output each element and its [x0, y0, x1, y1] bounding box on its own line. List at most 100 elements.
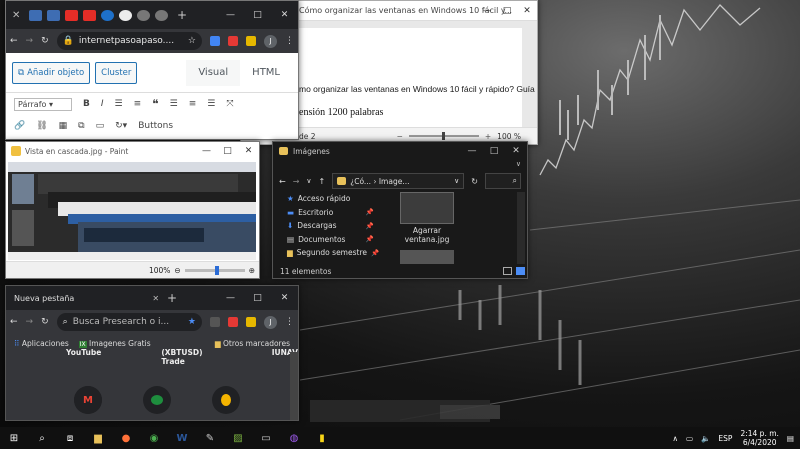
zoom-out-icon[interactable]: − — [397, 132, 403, 141]
back-icon[interactable]: ← — [279, 177, 286, 186]
file-name[interactable]: Agarrar ventana.jpg — [393, 226, 461, 244]
maximize-icon[interactable]: □ — [217, 142, 238, 160]
input-language[interactable]: ESP — [718, 434, 732, 443]
forward-icon[interactable]: → — [26, 36, 34, 46]
details-view-icon[interactable] — [503, 267, 512, 275]
minimize-icon[interactable]: — — [217, 1, 244, 29]
paint-icon[interactable]: ▨ — [224, 427, 252, 449]
firefox-icon[interactable]: ● — [112, 427, 140, 449]
new-tab-icon[interactable]: + — [167, 291, 177, 305]
file-thumbnail[interactable] — [400, 192, 454, 224]
youtube-tab-icon[interactable] — [65, 9, 78, 21]
app-icon[interactable]: ✎ — [196, 427, 224, 449]
path-bar[interactable]: ¿Có... › Image... ∨ — [332, 173, 465, 189]
chevron-down-icon[interactable]: ∨ — [516, 160, 521, 168]
tab-visual[interactable]: Visual — [186, 59, 241, 86]
maximize-icon[interactable]: □ — [244, 286, 271, 312]
chrome-tab-strip[interactable]: ✕ + — □ ✕ — [6, 1, 298, 29]
maximize-icon[interactable]: □ — [483, 142, 505, 160]
minimize-icon[interactable]: — — [217, 286, 244, 312]
zoom-in-icon[interactable]: ⊕ — [249, 266, 255, 275]
network-icon[interactable]: ▭ — [686, 434, 693, 443]
shortcut-label-trade[interactable]: (XBTUSD) Trade — [161, 348, 211, 366]
paint-canvas[interactable] — [8, 162, 256, 252]
cluster-button[interactable]: Cluster — [95, 61, 138, 84]
youtube-tab-icon[interactable] — [83, 9, 96, 21]
tab-favicon[interactable] — [119, 9, 132, 21]
extension-icon[interactable] — [210, 317, 220, 327]
paragraph-select[interactable]: Párrafo ▾ — [14, 97, 72, 111]
tab-favicon[interactable] — [29, 9, 42, 21]
italic-icon[interactable]: I — [101, 99, 104, 109]
file-list-scrollbar[interactable] — [517, 192, 525, 264]
menu-kebab-icon[interactable]: ⋮ — [285, 317, 294, 327]
buttons-label[interactable]: Buttons — [138, 121, 173, 131]
sidebar-item-quick-access[interactable]: ★ Acceso rápido — [273, 192, 378, 206]
file-thumbnail[interactable] — [400, 250, 454, 264]
zoom-in-icon[interactable]: + — [485, 132, 491, 141]
tab-favicon[interactable] — [155, 9, 168, 21]
app-icon[interactable]: ◍ — [280, 427, 308, 449]
sidebar-item-documents[interactable]: ▤ Documentos 📌 — [273, 233, 378, 247]
sheets-shortcut[interactable] — [212, 386, 240, 414]
tab-favicon[interactable] — [101, 9, 114, 21]
zoom-slider[interactable] — [408, 132, 479, 140]
profile-avatar[interactable]: J — [264, 34, 277, 48]
back-icon[interactable]: ← — [10, 317, 18, 327]
link-icon[interactable]: 🔗 — [14, 121, 25, 131]
search-box[interactable]: ⌕ — [485, 173, 521, 189]
chrome-icon[interactable]: ◉ — [140, 427, 168, 449]
menu-kebab-icon[interactable]: ⋮ — [285, 36, 294, 46]
new-tab-icon[interactable]: + — [177, 8, 187, 22]
explorer-window[interactable]: Imágenes — □ ✕ ∨ ← → ∨ ↑ ¿Có... › Image.… — [272, 141, 528, 279]
refresh-icon[interactable]: ↻▾ — [115, 121, 127, 131]
close-icon[interactable]: ✕ — [517, 1, 537, 21]
file-explorer-icon[interactable]: ▆ — [84, 427, 112, 449]
classroom-shortcut[interactable] — [143, 386, 171, 414]
horizontal-scrollbar[interactable] — [8, 252, 256, 260]
bookmark-free-images[interactable]: IX Imagenes Gratis — [78, 339, 151, 348]
reload-icon[interactable]: ↻ — [41, 36, 49, 46]
chevron-up-icon[interactable]: ∧ — [672, 434, 678, 443]
bookmark-star-icon[interactable]: ☆ — [188, 36, 196, 46]
clock[interactable]: 2:14 p. m. 6/4/2020 — [740, 429, 778, 447]
zoom-slider[interactable] — [184, 265, 245, 275]
tab-new-tab[interactable]: Nueva pestaña — [14, 294, 74, 303]
sidebar-item-semester[interactable]: ▆ Segundo semestre 📌 — [273, 246, 379, 260]
chevron-down-icon[interactable]: ∨ — [454, 177, 459, 185]
zoom-out-icon[interactable]: ⊖ — [174, 266, 180, 275]
minimize-icon[interactable]: — — [461, 142, 483, 160]
close-tab-icon[interactable]: ✕ — [152, 294, 159, 303]
fullscreen-icon[interactable]: ⤧ — [226, 99, 233, 109]
chrome-newtab-window[interactable]: Nueva pestaña ✕ + — □ ✕ ← → ↻ ⌕ Busca Pr… — [5, 285, 299, 421]
profile-avatar[interactable]: J — [264, 315, 277, 329]
maximize-icon[interactable]: □ — [497, 1, 517, 21]
close-icon[interactable]: ✕ — [271, 1, 298, 29]
extension-icon[interactable] — [210, 36, 220, 46]
minimize-icon[interactable]: — — [477, 1, 497, 21]
gmail-shortcut[interactable]: M — [74, 386, 102, 414]
align-left-icon[interactable]: ☰ — [170, 99, 178, 109]
align-right-icon[interactable]: ☰ — [207, 99, 215, 109]
volume-icon[interactable]: 🔈 — [701, 434, 710, 443]
nav-pane-scrollbar[interactable] — [377, 192, 384, 264]
pdf-extension-icon[interactable] — [228, 317, 238, 327]
bookmark-star-icon[interactable]: ★ — [188, 317, 196, 327]
word-icon[interactable]: W — [168, 427, 196, 449]
shortcut-label-youtube[interactable]: YouTube — [66, 348, 101, 366]
search-icon[interactable]: ⌕ — [28, 427, 56, 449]
close-icon[interactable]: ✕ — [238, 142, 259, 160]
up-icon[interactable]: ↑ — [319, 177, 326, 186]
bookmark-other[interactable]: ▆ Otros marcadores — [215, 339, 290, 348]
reload-icon[interactable]: ↻ — [41, 317, 49, 327]
keyboard-icon[interactable]: ▦ — [59, 121, 68, 131]
address-bar[interactable]: ⌕ Busca Presearch o i... ★ — [56, 313, 202, 331]
add-object-button[interactable]: ⧉ Añadir objeto — [12, 61, 91, 84]
thumbnail-view-icon[interactable] — [516, 267, 525, 275]
chrome-editor-window[interactable]: ✕ + — □ ✕ ← → ↻ 🔒 internetpasoapaso.... … — [5, 0, 299, 140]
refresh-icon[interactable]: ↻ — [471, 177, 478, 186]
bold-icon[interactable]: B — [83, 99, 90, 109]
forward-icon[interactable]: → — [26, 317, 34, 327]
tab-favicon[interactable] — [47, 9, 60, 21]
pdf-extension-icon[interactable] — [228, 36, 238, 46]
